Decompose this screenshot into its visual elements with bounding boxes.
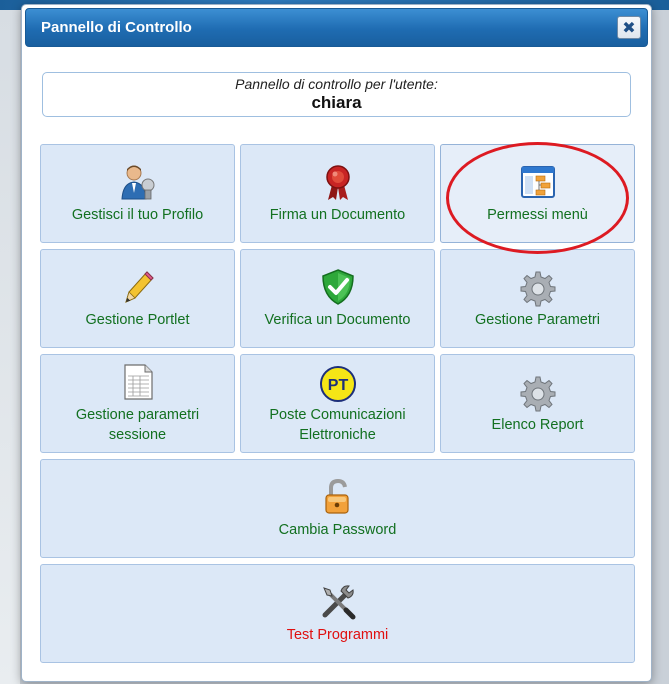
spreadsheet-icon [123,364,153,400]
user-profile-icon [120,165,154,200]
tile-firma-documento[interactable]: Firma un Documento [240,144,435,243]
tile-label: Firma un Documento [269,207,406,223]
padlock-open-icon [324,478,349,514]
tile-poste-comunicazioni[interactable]: PT Poste Comunicazioni Elettroniche [240,354,435,453]
tile-label: Gestione Parametri [475,312,600,328]
dialog-titlebar[interactable]: Pannello di Controllo ✖ [25,8,648,47]
pt-badge-icon: PT [319,366,356,402]
seal-ribbon-icon [325,165,350,200]
tile-label: Test Programmi [286,627,389,643]
tile-label-line2: Elettroniche [299,427,376,443]
tile-verifica-documento[interactable]: Verifica un Documento [240,249,435,348]
gear-icon [520,271,555,307]
close-button[interactable]: ✖ [617,16,641,39]
pencil-icon [124,271,154,303]
tile-gestisci-profilo[interactable]: Gestisci il tuo Profilo [40,144,235,243]
tools-icon [322,585,355,620]
tile-gestione-portlet[interactable]: Gestione Portlet [40,249,235,348]
close-icon[interactable]: ✖ [622,19,635,36]
tile-label-line2: sessione [108,427,167,443]
tile-gestione-parametri[interactable]: Gestione Parametri [440,249,635,348]
control-panel-dialog: Pannello di Controllo ✖ Pannello di cont… [21,4,652,682]
tile-label: Gestisci il tuo Profilo [71,207,204,223]
tile-elenco-report[interactable]: Elenco Report [440,354,635,453]
user-name: chiara [311,93,362,112]
user-caption: Pannello di controllo per l'utente: [235,76,438,92]
tile-label: Verifica un Documento [264,312,411,328]
tile-label: Permessi menù [487,207,588,223]
tile-test-programmi[interactable]: Test Programmi [40,564,635,663]
pt-badge-text: PT [327,377,348,394]
tile-label: Gestione Portlet [85,312,190,328]
tile-label: Elenco Report [491,417,584,433]
menu-window-icon [520,166,555,198]
tile-label: Cambia Password [278,522,397,538]
tile-cambia-password[interactable]: Cambia Password [40,459,635,558]
user-info-box: Pannello di controllo per l'utente: chia… [42,72,631,117]
shield-check-icon [321,269,354,305]
background-left-strip [0,10,20,684]
gear-icon [520,376,555,412]
dialog-title: Pannello di Controllo [41,19,192,36]
tile-label-line1: Gestione parametri [75,407,200,423]
tile-label-line1: Poste Comunicazioni [269,407,406,423]
tile-gestione-parametri-sessione[interactable]: Gestione parametri sessione [40,354,235,453]
tile-permessi-menu[interactable]: Permessi menù [440,144,635,243]
